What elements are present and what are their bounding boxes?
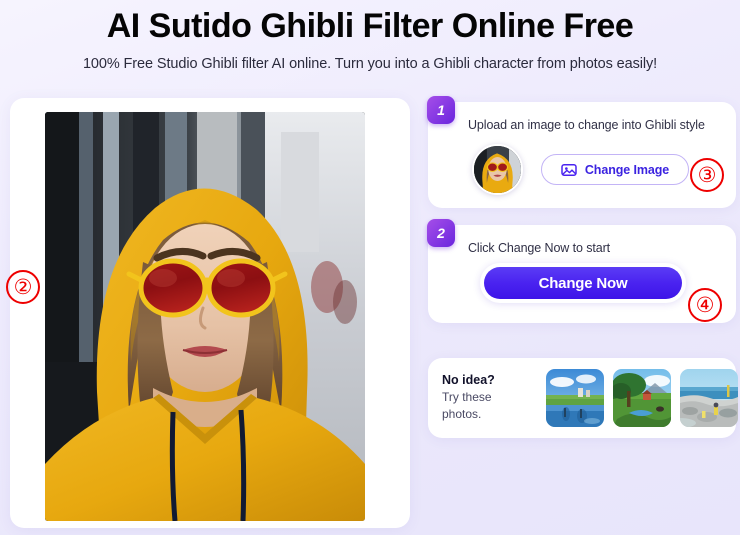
sample-photo-tree-meadow[interactable] (613, 369, 671, 427)
preview-card (10, 98, 410, 528)
annotation-marker-3: ③ (690, 158, 724, 192)
seaside-rocks-thumbnail-icon (680, 369, 738, 427)
step-2-instruction: Click Change Now to start (468, 241, 611, 255)
change-now-button[interactable]: Change Now (484, 267, 682, 299)
sample-photos-text: No idea? Try these photos. (442, 372, 538, 423)
lake-village-thumbnail-icon (546, 369, 604, 427)
sample-photos-title: No idea? (442, 373, 495, 387)
sample-photos-panel: No idea? Try these photos. (428, 358, 738, 438)
change-image-label: Change Image (584, 162, 670, 177)
change-now-button-wrapper: Change Now (480, 263, 686, 303)
step-1-badge: 1 (427, 96, 455, 124)
sample-photo-seaside-rocks[interactable] (680, 369, 738, 427)
sample-photos-subtitle-line1: Try these (442, 390, 492, 404)
change-image-button[interactable]: Change Image (541, 154, 689, 185)
sample-photos-row (546, 369, 738, 427)
thumbnail-portrait-icon (474, 146, 521, 193)
step-1-panel: 1 Upload an image to change into Ghibli … (427, 96, 736, 208)
sample-photos-subtitle-line2: photos. (442, 407, 482, 421)
upload-row: Change Image (472, 144, 689, 195)
page-title: AI Sutido Ghibli Filter Online Free (106, 7, 634, 45)
sample-photo-lake-village[interactable] (546, 369, 604, 427)
step-2-badge: 2 (427, 219, 455, 247)
page-subtitle: 100% Free Studio Ghibli filter AI online… (82, 56, 658, 72)
workspace: 1 Upload an image to change into Ghibli … (0, 93, 740, 535)
portrait-photo-illustration (45, 112, 365, 521)
annotation-marker-2: ② (6, 270, 40, 304)
tree-meadow-thumbnail-icon (613, 369, 671, 427)
image-icon (561, 163, 577, 176)
page-header: AI Sutido Ghibli Filter Online Free 100%… (0, 0, 740, 75)
step-1-instruction: Upload an image to change into Ghibli st… (468, 118, 705, 132)
annotation-marker-4: ④ (688, 288, 722, 322)
uploaded-photo-preview[interactable] (45, 112, 365, 521)
current-upload-thumbnail[interactable] (472, 144, 523, 195)
